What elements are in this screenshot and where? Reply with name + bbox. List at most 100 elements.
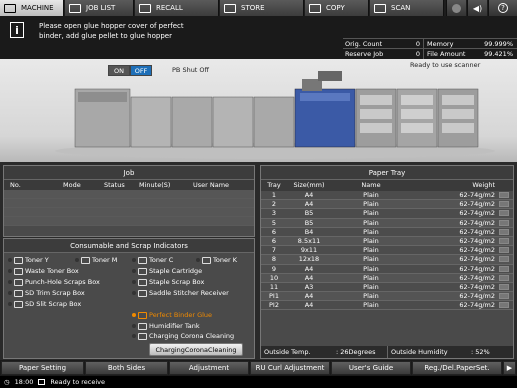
charging-corona-indicator: Charging Corona Cleaning [132, 332, 234, 340]
tray-row[interactable]: 10 A4 Plain 62-74g/m2 [261, 273, 513, 283]
message-line-1: Please open glue hopper cover of perfect [39, 22, 184, 30]
tray-row[interactable]: 7 9x11 Plain 62-74g/m2 [261, 246, 513, 256]
tray-row[interactable]: PI2 A4 Plain 62-74g/m2 [261, 301, 513, 311]
tray-row[interactable]: 11 A3 Plain 62-74g/m2 [261, 282, 513, 293]
tray-level-indicator [499, 256, 509, 263]
tab-recall[interactable]: RECALL [135, 0, 219, 16]
tray-row[interactable]: 5 B5 Plain 62-74g/m2 [261, 218, 513, 228]
tray-paper-name: Plain [363, 209, 379, 218]
adjustment-button[interactable]: Adjustment [169, 361, 249, 375]
tab-job-list-label: JOB LIST [86, 4, 116, 12]
perfect-binder-glue-label: Perfect Binder Glue [149, 311, 213, 319]
tab-recall-label: RECALL [156, 4, 183, 12]
humidifier-tank-indicator: Humidifier Tank [132, 322, 200, 330]
tray-number: 9 [271, 264, 277, 273]
tab-machine-label: MACHINE [21, 4, 54, 12]
job-col-mode: Mode [63, 181, 81, 189]
receive-icon [38, 379, 46, 385]
job-row[interactable] [4, 199, 254, 208]
top-tab-bar: MACHINE JOB LIST RECALL STORE COPY SCAN … [0, 0, 517, 16]
tray-level-indicator [499, 247, 509, 254]
charging-corona-cleaning-button[interactable]: ChargingCoronaCleaning [149, 343, 243, 356]
chevron-right-icon: ▶ [506, 364, 513, 372]
tray-paper-name: Plain [363, 246, 379, 255]
job-row[interactable] [4, 208, 254, 217]
tab-copy[interactable]: COPY [305, 0, 369, 16]
tray-weight: 62-74g/m2 [459, 246, 495, 255]
help-button[interactable]: ? [488, 0, 517, 16]
tray-size: 9x11 [300, 246, 318, 255]
scan-icon [374, 3, 386, 13]
tray-paper-name: Plain [363, 264, 379, 273]
job-row[interactable] [4, 190, 254, 199]
tray-level-indicator [499, 265, 509, 272]
tray-weight: 62-74g/m2 [459, 282, 495, 291]
toner-k-label: Toner K [213, 256, 237, 264]
waste-toner-icon [14, 267, 23, 275]
tray-size: A4 [304, 191, 314, 199]
counters-panel: Orig. Count 0 Memory 99.999% Reserve Job… [343, 38, 517, 59]
store-icon [224, 3, 236, 13]
staple-cartridge-label: Staple Cartridge [149, 267, 203, 275]
tab-copy-label: COPY [326, 4, 345, 12]
tray-weight: 62-74g/m2 [459, 191, 495, 199]
tray-paper-name: Plain [363, 273, 379, 282]
saddle-stitcher-label: Saddle Stitcher Receiver [149, 289, 229, 297]
tray-size: B5 [304, 209, 314, 218]
tab-machine[interactable]: MACHINE [0, 0, 64, 16]
toner-y-indicator: Toner Y [8, 256, 49, 264]
toner-icon [81, 256, 90, 264]
status-time: 18:00 [14, 378, 34, 386]
reg-del-paper-set-button[interactable]: Reg./Del.PaperSet. [412, 361, 502, 375]
tray-level-indicator [499, 293, 509, 300]
tray-level-indicator [499, 228, 509, 235]
tray-row[interactable]: 8 12x18 Plain 62-74g/m2 [261, 255, 513, 265]
tray-row[interactable]: 2 A4 Plain 62-74g/m2 [261, 200, 513, 210]
tray-level-indicator [499, 283, 509, 290]
tray-weight: 62-74g/m2 [459, 200, 495, 209]
job-list[interactable] [4, 190, 254, 226]
consumables-title: Consumable and Scrap Indicators [4, 239, 254, 253]
consumables-panel: Consumable and Scrap Indicators Toner Y … [3, 238, 255, 359]
paper-setting-button[interactable]: Paper Setting [1, 361, 84, 375]
volume-button[interactable]: ◀) [467, 0, 487, 16]
reserve-job-value: 0 [403, 49, 424, 59]
tab-store[interactable]: STORE [220, 0, 304, 16]
status-text: Ready to receive [50, 378, 105, 386]
tab-scan[interactable]: SCAN [370, 0, 444, 16]
toner-c-label: Toner C [149, 256, 174, 264]
ru-curl-adjustment-button[interactable]: RU Curl Adjustment [250, 361, 330, 375]
tray-size: A4 [304, 200, 314, 209]
machine-status-area: ON OFF PB Shut Off Ready to use scanner [0, 59, 517, 162]
saddle-stitcher-indicator: Saddle Stitcher Receiver [132, 289, 229, 297]
tray-row[interactable]: PI1 A4 Plain 62-74g/m2 [261, 292, 513, 302]
glue-icon [138, 311, 147, 319]
toner-k-indicator: Toner K [196, 256, 237, 264]
sd-slit-indicator: SD Slit Scrap Box [8, 300, 81, 308]
tray-row[interactable]: 6 8.5x11 Plain 62-74g/m2 [261, 236, 513, 247]
job-panel: Job No. Mode Status Minute(S) User Name [3, 165, 255, 237]
tray-level-indicator [499, 192, 509, 198]
tray-row[interactable]: 6 B4 Plain 62-74g/m2 [261, 227, 513, 237]
job-row[interactable] [4, 217, 254, 226]
next-page-button[interactable]: ▶ [503, 361, 516, 375]
tray-paper-name: Plain [363, 282, 379, 291]
tray-size: A4 [304, 273, 314, 282]
tab-job-list[interactable]: JOB LIST [65, 0, 134, 16]
tray-weight: 62-74g/m2 [459, 273, 495, 282]
tray-row[interactable]: 3 B5 Plain 62-74g/m2 [261, 209, 513, 219]
tray-level-indicator [499, 219, 509, 226]
users-guide-button[interactable]: User's Guide [331, 361, 411, 375]
tray-number: PI1 [269, 292, 279, 301]
tray-row[interactable]: 9 A4 Plain 62-74g/m2 [261, 264, 513, 274]
tray-paper-name: Plain [363, 301, 379, 310]
memory-label: Memory [427, 40, 454, 48]
tray-number: 6 [271, 227, 277, 236]
outside-humidity-label: Outside Humidity [391, 348, 448, 356]
tray-row[interactable]: 1 A4 Plain 62-74g/m2 [261, 191, 513, 201]
tray-number: 1 [271, 191, 277, 199]
both-sides-button[interactable]: Both Sides [85, 361, 168, 375]
settings-button[interactable] [446, 0, 466, 16]
toner-m-indicator: Toner M [75, 256, 117, 264]
tray-size: A3 [304, 282, 314, 291]
